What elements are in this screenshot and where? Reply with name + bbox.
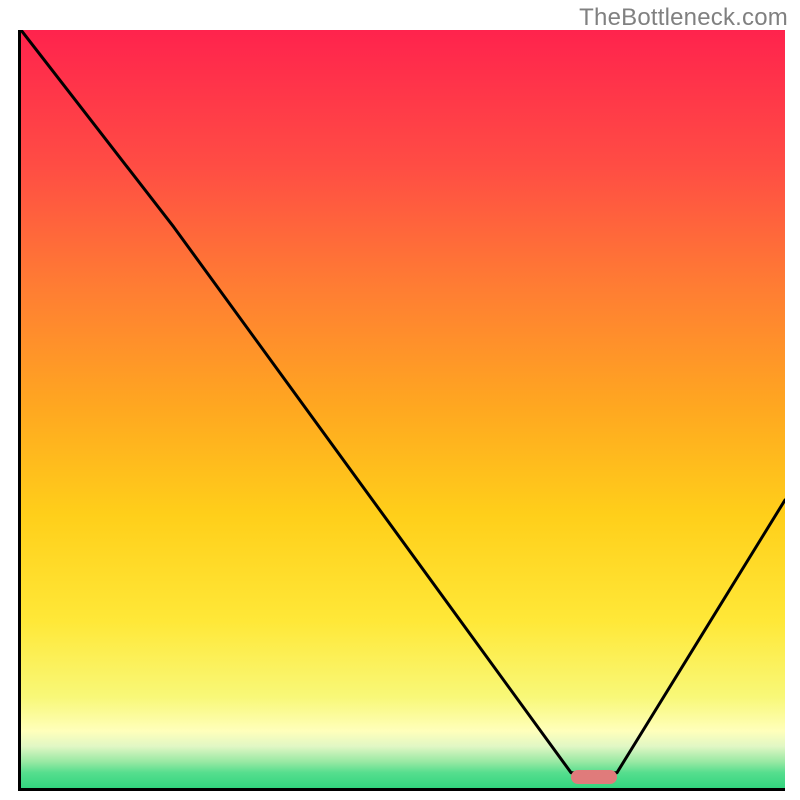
watermark-text: TheBottleneck.com: [579, 4, 788, 32]
chart-stage: TheBottleneck.com: [0, 0, 800, 800]
plot-area: [18, 30, 785, 791]
optimal-range-marker: [571, 770, 617, 784]
gradient-background: [21, 30, 785, 788]
